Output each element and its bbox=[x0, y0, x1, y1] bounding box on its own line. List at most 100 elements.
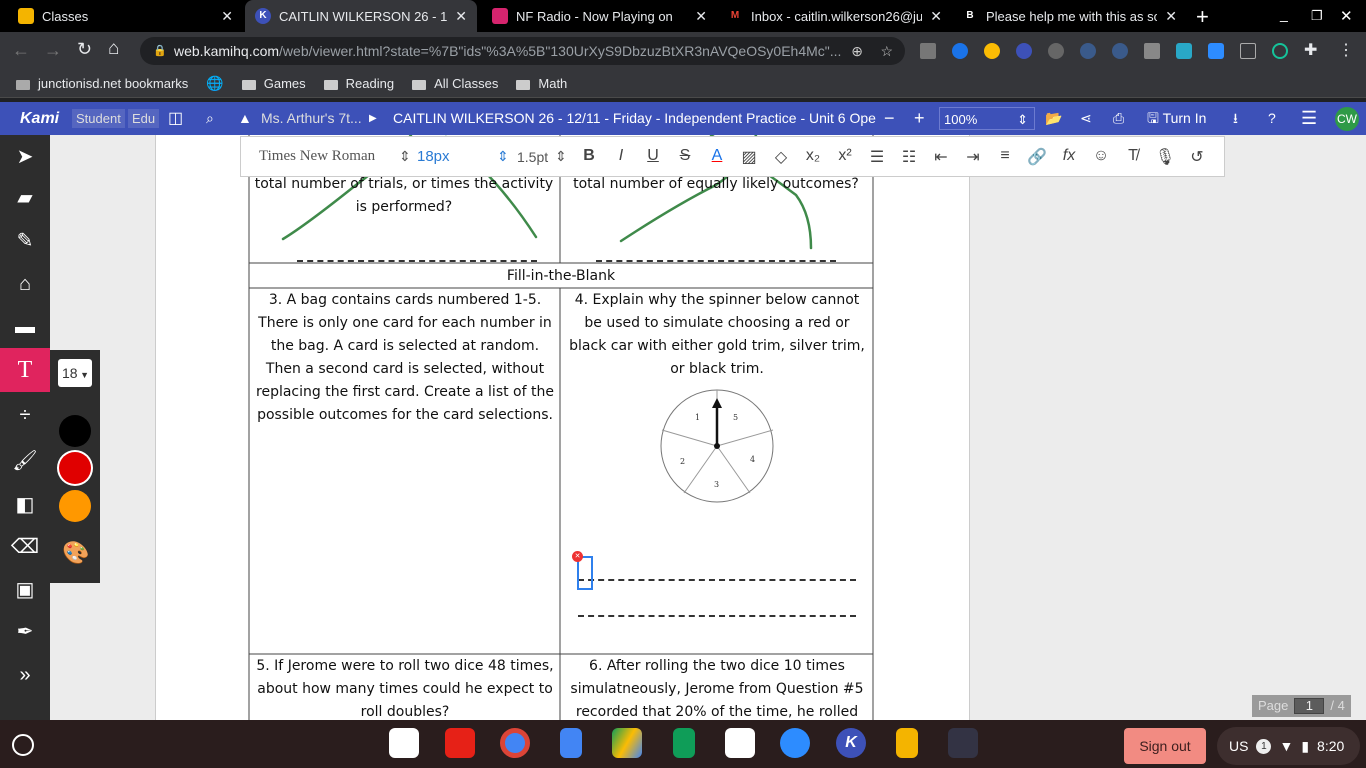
signature-tool-icon[interactable]: ✒ bbox=[0, 610, 50, 654]
extension-compass-icon[interactable] bbox=[984, 43, 1000, 59]
google-docs-icon[interactable] bbox=[560, 728, 582, 758]
youtube-icon[interactable] bbox=[445, 728, 475, 758]
tab-brainly[interactable]: B Please help me with this as soo ✕ bbox=[952, 0, 1187, 32]
close-icon[interactable]: ✕ bbox=[455, 8, 467, 25]
launcher-icon[interactable] bbox=[12, 734, 34, 756]
breadcrumb-folder[interactable]: Ms. Arthur's 7t... bbox=[261, 102, 362, 135]
turn-in-button[interactable]: 🖫 Turn In bbox=[1147, 102, 1206, 135]
avatar[interactable]: CW bbox=[1335, 107, 1359, 131]
extension-zoom-icon[interactable] bbox=[1208, 43, 1224, 59]
zoom-app-icon[interactable] bbox=[780, 728, 810, 758]
delete-icon[interactable]: ✕ bbox=[572, 551, 583, 562]
dictionary-tool-icon[interactable]: ✎ bbox=[0, 219, 50, 263]
color-swatch-black[interactable] bbox=[59, 415, 91, 447]
outdent-button[interactable]: ⇤ bbox=[925, 147, 957, 167]
tab-gmail[interactable]: M Inbox - caitlin.wilkerson26@jun ✕ bbox=[717, 0, 952, 32]
clear-format-icon[interactable]: T̸ bbox=[1117, 147, 1149, 167]
help-icon[interactable]: ? bbox=[1268, 102, 1276, 135]
color-swatch-orange[interactable] bbox=[59, 490, 91, 522]
close-window-button[interactable]: ✕ bbox=[1340, 7, 1353, 25]
bookmark-reading[interactable]: Reading bbox=[323, 76, 394, 91]
document-viewer[interactable]: total number of trials, or times the act… bbox=[50, 135, 1366, 720]
sign-out-button[interactable]: Sign out bbox=[1124, 728, 1206, 764]
palette-icon[interactable]: 🎨 bbox=[62, 540, 89, 566]
color-swatch-red[interactable] bbox=[59, 452, 91, 484]
page-number-input[interactable]: 1 bbox=[1294, 698, 1325, 714]
search-icon[interactable]: ⌕ bbox=[206, 102, 214, 135]
fill-bucket-icon[interactable]: ◇ bbox=[765, 147, 797, 167]
subscript-button[interactable]: x₂ bbox=[797, 147, 829, 167]
bookmark-junctionisd[interactable]: junctionisd.net bookmarks bbox=[16, 76, 188, 91]
system-tray[interactable]: US 1 ▼ ▮ 8:20 bbox=[1217, 727, 1360, 765]
google-slides-icon[interactable] bbox=[896, 728, 918, 758]
font-size-select[interactable]: 18px bbox=[417, 148, 497, 165]
text-color-button[interactable]: A bbox=[701, 147, 733, 167]
italic-button[interactable]: I bbox=[605, 147, 637, 167]
address-bar[interactable]: 🔒 web.kamihq.com/web/viewer.html?state=%… bbox=[140, 37, 905, 65]
close-icon[interactable]: ✕ bbox=[695, 8, 707, 25]
comment-tool-icon[interactable]: ▬ bbox=[0, 305, 50, 349]
game-app-icon[interactable] bbox=[948, 728, 978, 758]
undo-icon[interactable]: ↺ bbox=[1181, 147, 1213, 167]
google-sheets-icon[interactable] bbox=[673, 728, 695, 758]
underline-button[interactable]: U bbox=[637, 147, 669, 167]
bookmark-math[interactable]: Math bbox=[516, 76, 567, 91]
image-tool-icon[interactable]: ▣ bbox=[0, 568, 50, 612]
tab-kami[interactable]: KCAITLIN WILKERSON 26 - 12/11✕ bbox=[245, 0, 477, 32]
drawing-tool-icon[interactable]: 🖌 bbox=[0, 439, 50, 483]
font-select[interactable]: Times New Roman bbox=[259, 148, 399, 165]
new-tab-button[interactable]: + bbox=[1196, 4, 1209, 30]
share-icon[interactable]: ⋖ bbox=[1080, 102, 1092, 135]
line-spacing-select[interactable]: 1.5pt bbox=[517, 149, 555, 165]
numbered-list-button[interactable]: ☰ bbox=[861, 147, 893, 167]
home-button[interactable]: ⌂ bbox=[108, 38, 119, 60]
extension-reader-icon[interactable] bbox=[1240, 43, 1256, 59]
extension-v-icon[interactable] bbox=[1080, 43, 1096, 59]
formula-icon[interactable]: fx bbox=[1053, 147, 1085, 167]
read-aloud-tool-icon[interactable]: ▰ bbox=[0, 176, 50, 220]
pearson-texnav-icon[interactable] bbox=[725, 728, 755, 758]
link-icon[interactable]: 🔗 bbox=[1021, 147, 1053, 167]
extension-grammarly-icon[interactable] bbox=[1272, 43, 1288, 59]
markup-tool-icon[interactable]: ⌂ bbox=[0, 262, 50, 306]
add-icon[interactable]: ⊕ bbox=[851, 37, 863, 65]
menu-dots-icon[interactable]: ⋮ bbox=[1338, 40, 1354, 60]
chrome-icon[interactable] bbox=[500, 728, 530, 758]
download-icon[interactable]: ⭳ bbox=[1233, 102, 1238, 135]
bold-button[interactable]: B bbox=[573, 147, 605, 167]
forward-button[interactable]: → bbox=[44, 40, 62, 61]
globe-icon[interactable]: 🌐 bbox=[206, 75, 223, 92]
extensions-puzzle-icon[interactable]: ✚ bbox=[1304, 40, 1317, 60]
expand-icon[interactable]: » bbox=[0, 653, 50, 697]
bookmark-games[interactable]: Games bbox=[241, 76, 306, 91]
select-tool-icon[interactable]: ➤ bbox=[0, 135, 50, 179]
shapes-tool-icon[interactable]: ◧ bbox=[0, 483, 50, 527]
strikethrough-button[interactable]: S bbox=[669, 147, 701, 167]
text-box-selection[interactable]: ✕ bbox=[572, 551, 593, 590]
close-icon[interactable]: ✕ bbox=[930, 8, 942, 25]
back-button[interactable]: ← bbox=[12, 40, 30, 61]
bullet-list-button[interactable]: ☷ bbox=[893, 147, 925, 167]
app-icon[interactable] bbox=[389, 728, 419, 758]
google-drive-icon[interactable] bbox=[612, 728, 642, 758]
align-button[interactable]: ≡ bbox=[989, 147, 1021, 167]
emoji-icon[interactable]: ☺ bbox=[1085, 147, 1117, 167]
extension-shield-icon[interactable] bbox=[952, 43, 968, 59]
star-icon[interactable]: ☆ bbox=[880, 37, 893, 65]
extension-kami-icon[interactable] bbox=[1016, 43, 1032, 59]
kami-app-icon[interactable]: K bbox=[836, 728, 866, 758]
tab-classes[interactable]: Classes ✕ bbox=[8, 0, 243, 32]
highlight-button[interactable]: ▨ bbox=[733, 147, 765, 167]
equation-tool-icon[interactable]: ÷ bbox=[0, 393, 50, 437]
text-tool-icon[interactable]: T bbox=[0, 348, 50, 392]
kami-logo[interactable]: Kami bbox=[20, 102, 59, 135]
extension-cloud-icon[interactable] bbox=[1176, 43, 1192, 59]
close-icon[interactable]: ✕ bbox=[221, 8, 233, 25]
bookmark-all-classes[interactable]: All Classes bbox=[412, 76, 498, 91]
extension-v2-icon[interactable] bbox=[1112, 43, 1128, 59]
reload-button[interactable]: ↻ bbox=[77, 39, 92, 60]
zoom-select[interactable]: 100% ⇕ bbox=[939, 107, 1035, 130]
text-size-select[interactable]: 18 ▼ bbox=[58, 359, 92, 387]
indent-button[interactable]: ⇥ bbox=[957, 147, 989, 167]
tab-nf-radio[interactable]: NF Radio - Now Playing on ✕ bbox=[482, 0, 717, 32]
